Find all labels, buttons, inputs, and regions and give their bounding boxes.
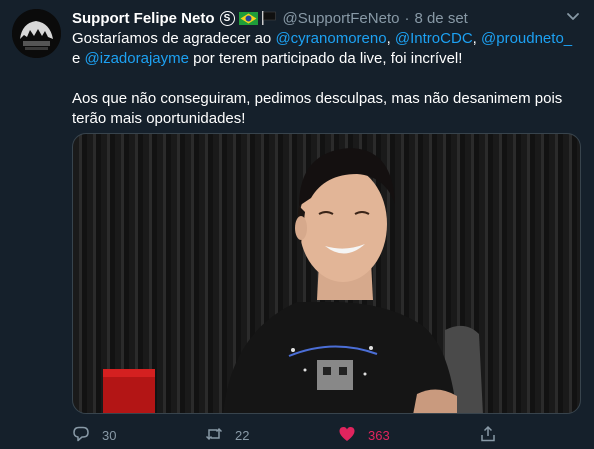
- badge-icon: S: [219, 10, 235, 26]
- black-flag-icon: [261, 11, 277, 25]
- separator-dot: ·: [404, 9, 410, 27]
- retweet-count: 22: [235, 427, 250, 443]
- tweet-date[interactable]: 8 de set: [414, 10, 467, 27]
- mention-link[interactable]: @proudneto_: [481, 30, 572, 47]
- brazil-flag-icon: [238, 11, 258, 25]
- retweet-button[interactable]: 22: [205, 424, 249, 446]
- like-count: 363: [368, 427, 390, 443]
- chevron-down-icon[interactable]: [565, 8, 581, 24]
- share-button[interactable]: [479, 424, 497, 446]
- tweet-text: Gostaríamos de agradecer ao @cyranomoren…: [72, 29, 582, 129]
- like-button[interactable]: 363: [338, 424, 390, 446]
- tweet[interactable]: Support Felipe Neto S @SupportFeNeto · 8…: [0, 0, 594, 449]
- handle[interactable]: @SupportFeNeto: [283, 10, 400, 27]
- tweet-header: Support Felipe Neto S @SupportFeNeto · 8…: [72, 8, 468, 28]
- mention-link[interactable]: @IntroCDC: [395, 30, 473, 47]
- reply-count: 30: [102, 427, 117, 443]
- heart-icon: [338, 425, 356, 446]
- reply-button[interactable]: 30: [72, 424, 116, 446]
- tweet-paragraph-2: Aos que não conseguiram, pedimos desculp…: [72, 90, 563, 127]
- share-icon: [479, 425, 497, 446]
- avatar[interactable]: [12, 9, 61, 58]
- mention-link[interactable]: @cyranomoreno: [275, 30, 386, 47]
- tweet-media-image[interactable]: [72, 133, 581, 414]
- tweet-paragraph-1: Gostaríamos de agradecer ao @cyranomoren…: [72, 30, 573, 67]
- display-name[interactable]: Support Felipe Neto: [72, 10, 215, 27]
- tweet-actions: 30 22 363: [72, 424, 582, 446]
- mention-link[interactable]: @izadorajayme: [85, 50, 189, 67]
- retweet-icon: [205, 425, 223, 446]
- reply-icon: [72, 425, 90, 446]
